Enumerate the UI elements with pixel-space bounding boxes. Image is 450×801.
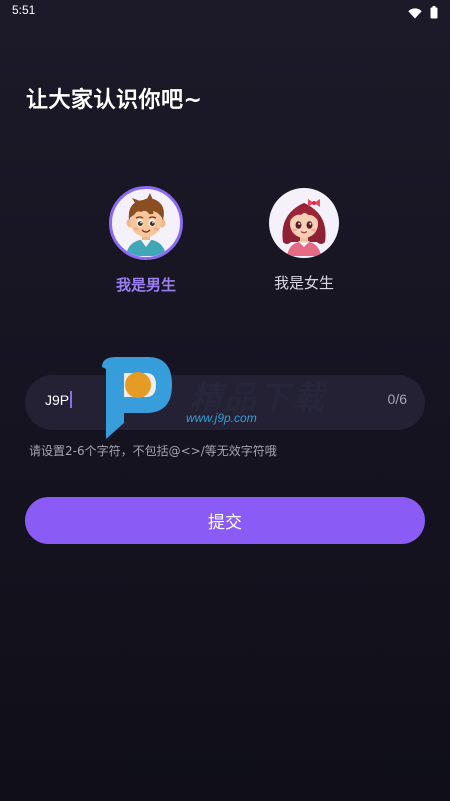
boy-avatar[interactable]: [109, 186, 183, 260]
watermark-logo-icon: [102, 357, 172, 439]
gender-option-male[interactable]: 我是男生: [76, 186, 216, 295]
nickname-hint: 请设置2-6个字符，不包括@<>/等无效字符哦: [29, 444, 277, 458]
submit-button[interactable]: 提交: [25, 497, 425, 544]
girl-avatar[interactable]: [269, 188, 339, 258]
gender-label-male: 我是男生: [115, 276, 176, 294]
text-caret: [70, 391, 72, 408]
status-bar: 5:51: [0, 0, 450, 22]
gender-label-female: 我是女生: [273, 274, 334, 292]
nickname-value[interactable]: J9P: [45, 391, 72, 408]
wifi-icon: [408, 4, 422, 23]
battery-icon: [430, 4, 438, 23]
character-counter: 0/6: [387, 391, 407, 407]
watermark: 精品下载 www.j9p.com: [98, 355, 358, 445]
page-title: 让大家认识你吧~: [26, 88, 203, 113]
status-time: 5:51: [12, 3, 36, 17]
status-icons: [408, 4, 438, 23]
watermark-url: www.j9p.com: [186, 411, 257, 425]
gender-option-female[interactable]: 我是女生: [234, 188, 374, 293]
